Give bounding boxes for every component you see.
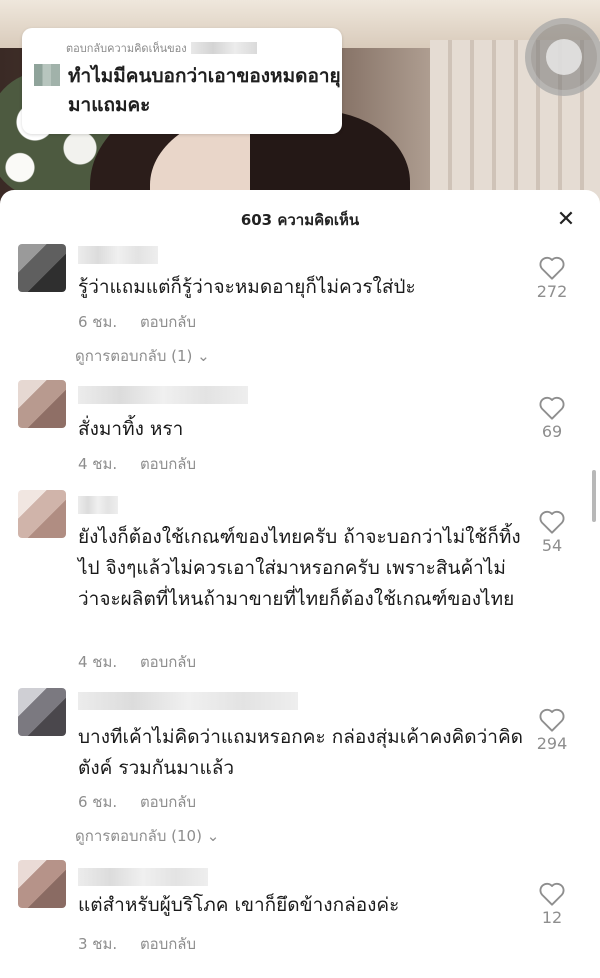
comment-text: รู้ว่าแถมแต่ก็รู้ว่าจะหมดอายุก็ไม่ควรใส่… [78, 276, 416, 298]
like-button[interactable]: 12 [520, 880, 584, 927]
comment-meta: 6 ชม. ตอบกลับ [78, 310, 196, 334]
like-count: 54 [541, 536, 563, 555]
like-button[interactable]: 294 [520, 706, 584, 753]
comment-meta: 6 ชม. ตอบกลับ [78, 790, 196, 814]
comment-meta: 4 ชม. ตอบกลับ [78, 452, 196, 476]
like-button[interactable]: 69 [520, 394, 584, 441]
like-count: 294 [536, 734, 568, 753]
reply-to-comment-bubble[interactable]: ตอบกลับความคิดเห็นของ ทำไมมีคนบอกว่าเอาข… [22, 28, 342, 134]
avatar[interactable] [18, 490, 66, 538]
heart-icon [539, 396, 565, 420]
like-count: 12 [541, 908, 563, 927]
reply-label: ตอบกลับความคิดเห็นของ [66, 42, 187, 55]
comments-sheet: 603 ความคิดเห็น ✕ รู้ว่าแถมแต่ก็รู้ว่าจะ… [0, 190, 600, 978]
comment-text: ยังไงก็ต้องใช้เกณฑ์ของไทยครับ ถ้าจะบอกว่… [78, 526, 521, 610]
view-replies-button[interactable]: ดูการตอบกลับ (10) ⌄ [75, 824, 219, 848]
comment-meta: 4 ชม. ตอบกลับ [78, 650, 196, 674]
sheet-header: 603 ความคิดเห็น ✕ [0, 190, 600, 250]
avatar[interactable] [18, 860, 66, 908]
heart-icon [539, 256, 565, 280]
blurred-username[interactable] [78, 692, 298, 710]
reply-button[interactable]: ตอบกลับ [140, 313, 196, 331]
reply-button[interactable]: ตอบกลับ [140, 455, 196, 473]
blurred-username[interactable] [78, 246, 158, 264]
comment-time: 3 ชม. [78, 935, 118, 953]
heart-icon [539, 882, 565, 906]
like-count: 272 [536, 282, 568, 301]
comment-text: บางทีเค้าไม่คิดว่าแถมหรอกคะ กล่องสุ่มเค้… [78, 726, 523, 779]
comment-text: แต่สำหรับผู้บริโภค เขาก็ยึดข้างกล่องค่ะ [78, 894, 400, 916]
comment-meta: 3 ชม. ตอบกลับ [78, 932, 196, 956]
comment-count-title: 603 ความคิดเห็น [240, 211, 360, 229]
blurred-username[interactable] [78, 386, 248, 404]
view-replies-label: ดูการตอบกลับ (10) [75, 827, 202, 845]
comment-time: 6 ชม. [78, 313, 118, 331]
like-count: 69 [541, 422, 563, 441]
reply-comment-text: ทำไมมีคนบอกว่าเอาของหมดอายุมาแถมคะ [68, 65, 341, 116]
close-icon[interactable]: ✕ [554, 208, 578, 232]
avatar[interactable] [18, 244, 66, 292]
reply-label-row: ตอบกลับความคิดเห็นของ [36, 40, 328, 56]
avatar[interactable] [18, 688, 66, 736]
avatar[interactable] [18, 380, 66, 428]
reply-button[interactable]: ตอบกลับ [140, 653, 196, 671]
heart-icon [539, 510, 565, 534]
comment-time: 4 ชม. [78, 653, 118, 671]
scrollbar[interactable] [592, 470, 596, 522]
heart-icon [539, 708, 565, 732]
comment-text: สั่งมาทิ้ง หรา [78, 418, 184, 440]
comment-time: 6 ชม. [78, 793, 118, 811]
reply-button[interactable]: ตอบกลับ [140, 935, 196, 953]
floating-record-button[interactable] [525, 18, 600, 96]
blurred-username[interactable] [78, 496, 118, 514]
comment-time: 4 ชม. [78, 455, 118, 473]
chevron-down-icon: ⌄ [197, 347, 210, 365]
like-button[interactable]: 272 [520, 254, 584, 301]
view-replies-button[interactable]: ดูการตอบกลับ (1) ⌄ [75, 344, 210, 368]
like-button[interactable]: 54 [520, 508, 584, 555]
blurred-username[interactable] [78, 868, 208, 886]
reply-button[interactable]: ตอบกลับ [140, 793, 196, 811]
chevron-down-icon: ⌄ [206, 827, 220, 845]
blurred-username [190, 42, 257, 54]
reply-avatar [34, 64, 60, 86]
view-replies-label: ดูการตอบกลับ (1) [75, 347, 193, 365]
